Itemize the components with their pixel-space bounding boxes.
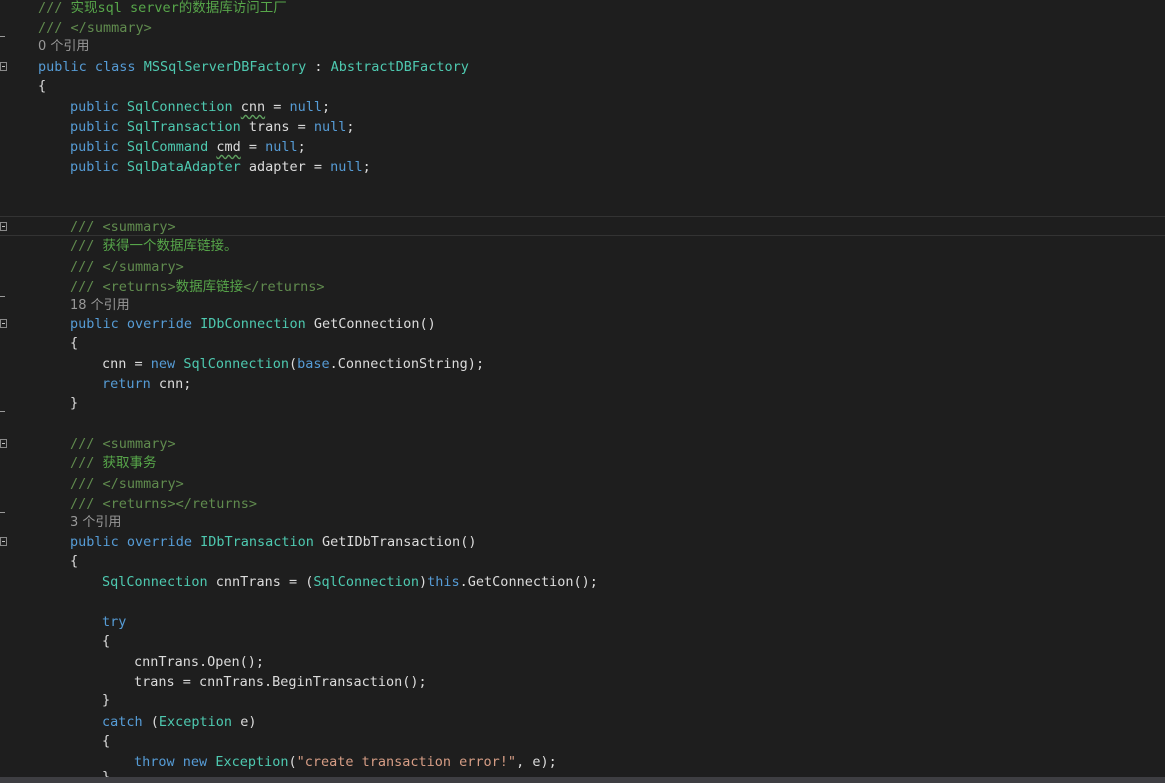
- code-line: {: [102, 733, 111, 749]
- code-line: return cnn;: [102, 376, 192, 392]
- code-line: /// <returns>数据库链接</returns>: [70, 279, 325, 295]
- code-line: /// 获取事务: [70, 455, 157, 471]
- codelens-references[interactable]: 18 个引用: [70, 296, 130, 316]
- code-line: /// </summary>: [70, 476, 184, 492]
- code-text-area[interactable]: /// 实现sql server的数据库访问工厂 /// </summary> …: [0, 0, 1165, 783]
- code-line: throw new Exception("create transaction …: [134, 754, 557, 770]
- code-line: /// <summary>: [70, 436, 176, 452]
- code-line: /// </summary>: [38, 20, 152, 36]
- code-line: public class MSSqlServerDBFactory : Abst…: [38, 59, 469, 75]
- code-line: public override IDbConnection GetConnect…: [70, 316, 436, 332]
- code-line: cnn = new SqlConnection(base.ConnectionS…: [102, 356, 485, 372]
- code-line: SqlConnection cnnTrans = (SqlConnection)…: [102, 574, 598, 590]
- code-line: /// </summary>: [70, 259, 184, 275]
- code-line: }: [70, 395, 79, 411]
- warning-squiggle: cnn: [240, 99, 266, 115]
- code-line: public override IDbTransaction GetIDbTra…: [70, 534, 477, 550]
- code-line: trans = cnnTrans.BeginTransaction();: [134, 674, 427, 690]
- code-line: /// 实现sql server的数据库访问工厂: [38, 0, 287, 16]
- code-line: {: [38, 78, 47, 94]
- code-line: cnnTrans.Open();: [134, 654, 265, 670]
- code-line: public SqlDataAdapter adapter = null;: [70, 159, 371, 175]
- code-editor[interactable]: /// 实现sql server的数据库访问工厂 /// </summary> …: [0, 0, 1165, 783]
- code-line: }: [102, 692, 111, 708]
- code-line: {: [70, 335, 79, 351]
- codelens-references[interactable]: 0 个引用: [38, 37, 89, 57]
- horizontal-scrollbar[interactable]: [0, 777, 1165, 783]
- code-line: /// <summary>: [70, 219, 176, 235]
- code-line: {: [102, 633, 111, 649]
- code-line: public SqlCommand cmd = null;: [70, 139, 306, 155]
- code-line: public SqlConnection cnn = null;: [70, 99, 331, 115]
- code-line: /// <returns></returns>: [70, 496, 257, 512]
- code-line: try: [102, 614, 127, 630]
- warning-squiggle: cmd: [216, 139, 241, 155]
- code-line: /// 获得一个数据库链接。: [70, 238, 238, 254]
- codelens-references[interactable]: 3 个引用: [70, 513, 121, 533]
- code-line: public SqlTransaction trans = null;: [70, 119, 355, 135]
- code-line: {: [70, 553, 79, 569]
- code-line: catch (Exception e): [102, 714, 257, 730]
